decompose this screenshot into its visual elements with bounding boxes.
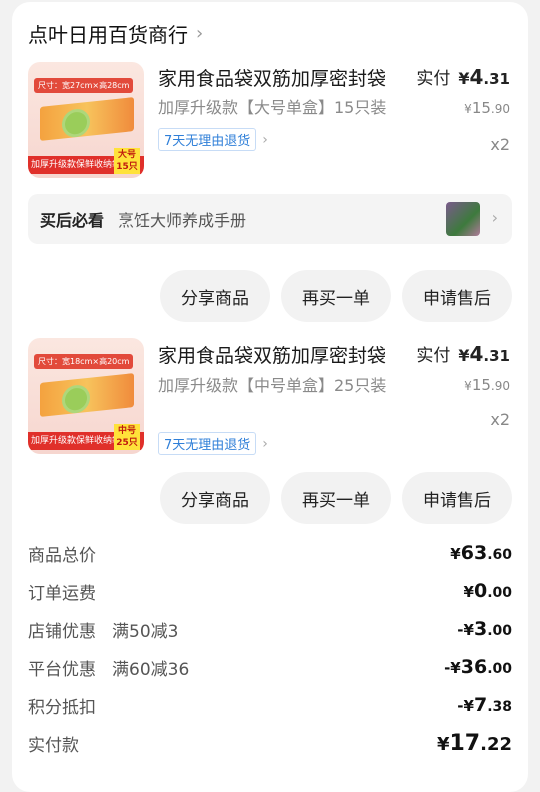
row-amount: - ¥7.38 <box>457 694 512 716</box>
row-label: 积分抵扣 <box>28 697 96 718</box>
share-button[interactable]: 分享商品 <box>160 270 270 322</box>
amount-integer: 17 <box>449 730 481 756</box>
shop-discount-row: 店铺优惠 满50减3 - ¥3.00 <box>28 615 512 643</box>
rebuy-button[interactable]: 再买一单 <box>281 270 391 322</box>
return-policy-badge[interactable]: 7天无理由退货 › <box>158 432 268 455</box>
return-policy-badge[interactable]: 7天无理由退货 › <box>158 128 268 151</box>
paid-total-row: 实付款 ¥17.22 <box>28 729 512 757</box>
price-decimal: .90 <box>490 379 510 393</box>
must-read-label: 买后必看 <box>40 211 105 230</box>
amount-decimal: .00 <box>487 661 512 677</box>
amount-integer: 63 <box>460 542 488 564</box>
shipping-row: 订单运费 ¥0.00 <box>28 577 512 605</box>
after-sale-button[interactable]: 申请售后 <box>402 270 512 322</box>
rebuy-button[interactable]: 再买一单 <box>281 472 391 524</box>
amount-decimal: .00 <box>487 585 512 601</box>
currency-symbol: ¥ <box>463 697 474 715</box>
product-box-illustration <box>40 373 134 417</box>
size-tag: 尺寸：宽27cm×高28cm <box>34 78 134 93</box>
original-price: ¥15.90 <box>464 376 510 394</box>
currency-symbol: ¥ <box>436 733 450 755</box>
amount-integer: 3 <box>473 618 488 640</box>
amount-integer: 36 <box>460 656 488 678</box>
amount-integer: 0 <box>473 580 488 602</box>
paid-label: 实付 <box>416 346 451 366</box>
platform-discount-row: 平台优惠 满60减36 - ¥36.00 <box>28 653 512 681</box>
return-policy-label: 7天无理由退货 <box>158 432 257 455</box>
paid-price: 实付 ¥ 4 .31 <box>416 341 510 366</box>
currency-symbol: ¥ <box>463 583 474 601</box>
amount-decimal: .60 <box>487 547 512 563</box>
after-sale-button[interactable]: 申请售后 <box>402 472 512 524</box>
product-image[interactable]: 尺寸：宽27cm×高28cm 加厚升级款保鲜收纳袋 大号 15只 <box>28 62 144 178</box>
row-amount: - ¥3.00 <box>457 618 512 640</box>
row-label: 平台优惠 <box>28 659 96 680</box>
row-label: 商品总价 <box>28 545 96 566</box>
size-badge-top: 大号 <box>117 150 136 160</box>
shop-name[interactable]: 点叶日用百货商行 <box>28 19 188 48</box>
order-card: 点叶日用百货商行 › 尺寸：宽27cm×高28cm 加厚升级款保鲜收纳袋 大号 … <box>12 2 528 792</box>
size-badge-top: 中号 <box>117 426 136 436</box>
row-label: 店铺优惠 <box>28 621 96 642</box>
points-row: 积分抵扣 - ¥7.38 <box>28 691 512 719</box>
amount-integer: 7 <box>473 694 488 716</box>
row-label: 实付款 <box>28 735 79 756</box>
price-decimal: .31 <box>483 347 510 365</box>
chevron-right-icon: › <box>262 131 268 148</box>
size-badge-bottom: 25只 <box>116 438 138 448</box>
product-image[interactable]: 尺寸：宽18cm×高20cm 加厚升级款保鲜收纳袋 中号 25只 <box>28 338 144 454</box>
goods-total-row: 商品总价 ¥63.60 <box>28 539 512 567</box>
price-integer: 4 <box>469 342 484 366</box>
currency-symbol: ¥ <box>464 102 472 116</box>
chevron-right-icon[interactable]: › <box>196 23 203 44</box>
row-amount: ¥0.00 <box>464 580 512 602</box>
shop-header[interactable]: 点叶日用百货商行 › <box>28 18 203 48</box>
row-sublabel: 满60减36 <box>112 659 190 680</box>
must-read-banner[interactable]: 买后必看 烹饪大师养成手册 › <box>28 194 512 244</box>
size-badge: 中号 25只 <box>114 424 140 450</box>
product-title[interactable]: 家用食品袋双筋加厚密封袋 <box>158 64 408 91</box>
currency-symbol: ¥ <box>450 545 461 563</box>
must-read-thumbnail <box>446 202 480 236</box>
share-button[interactable]: 分享商品 <box>160 472 270 524</box>
price-integer: 15 <box>471 376 491 394</box>
amount-decimal: .22 <box>480 733 512 755</box>
product-title[interactable]: 家用食品袋双筋加厚密封袋 <box>158 341 408 368</box>
row-amount: ¥17.22 <box>437 731 512 756</box>
product-box-illustration <box>40 97 134 141</box>
product-spec: 加厚升级款【中号单盒】25只装 <box>158 376 387 395</box>
row-label: 订单运费 <box>28 583 96 604</box>
chevron-right-icon: › <box>491 208 498 227</box>
return-policy-label: 7天无理由退货 <box>158 128 257 151</box>
paid-price: 实付 ¥ 4 .31 <box>416 64 510 89</box>
size-badge: 大号 15只 <box>114 148 140 174</box>
currency-symbol: ¥ <box>463 621 474 639</box>
original-price: ¥15.90 <box>464 99 510 117</box>
price-decimal: .31 <box>483 70 510 88</box>
row-amount: - ¥36.00 <box>444 656 512 678</box>
currency-symbol: ¥ <box>464 379 472 393</box>
currency-symbol: ¥ <box>450 659 461 677</box>
amount-decimal: .00 <box>487 623 512 639</box>
row-amount: ¥63.60 <box>450 542 512 564</box>
must-read-text: 烹饪大师养成手册 <box>118 211 247 230</box>
chevron-right-icon: › <box>262 435 268 452</box>
price-integer: 4 <box>469 65 484 89</box>
quantity: x2 <box>490 135 510 154</box>
currency-symbol: ¥ <box>458 69 470 88</box>
size-badge-bottom: 15只 <box>116 162 138 172</box>
row-sublabel: 满50减3 <box>112 621 179 642</box>
size-tag: 尺寸：宽18cm×高20cm <box>34 354 134 369</box>
paid-label: 实付 <box>416 69 451 89</box>
price-decimal: .90 <box>490 102 510 116</box>
price-integer: 15 <box>471 99 491 117</box>
currency-symbol: ¥ <box>458 346 470 365</box>
product-spec: 加厚升级款【大号单盒】15只装 <box>158 98 387 117</box>
amount-decimal: .38 <box>487 699 512 715</box>
quantity: x2 <box>490 410 510 429</box>
